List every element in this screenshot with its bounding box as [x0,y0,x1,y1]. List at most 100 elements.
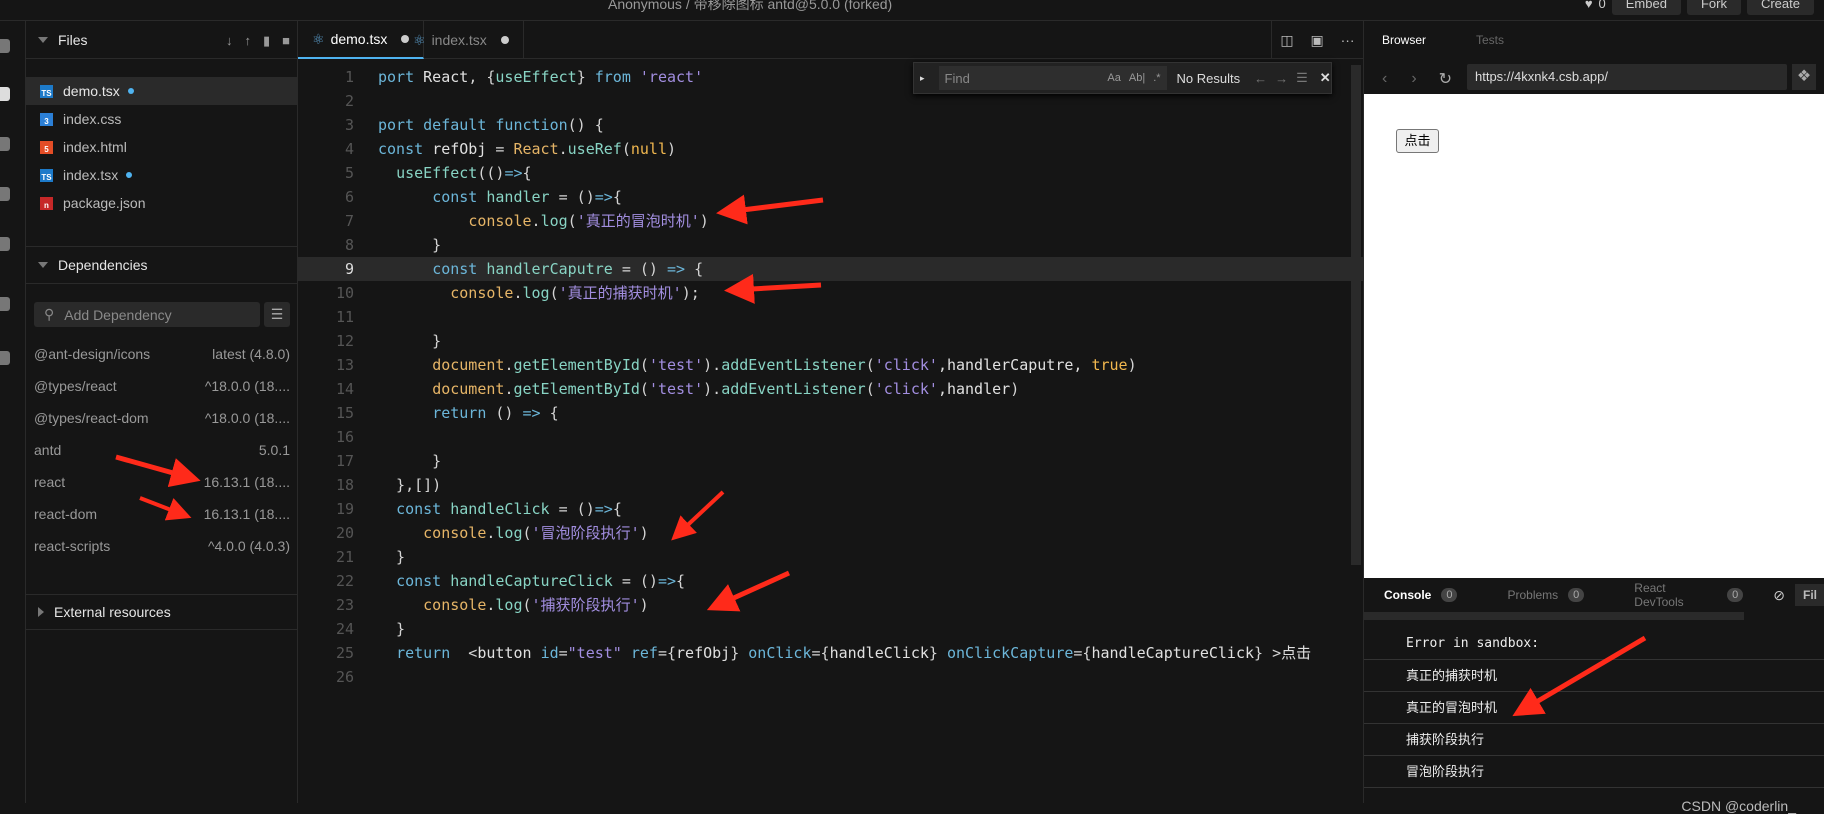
embed-button[interactable]: Embed [1611,0,1681,15]
tab-problems[interactable]: Problems 0 [1507,588,1585,602]
gear-icon[interactable] [0,187,10,201]
code-line[interactable]: 10 console.log('真正的捕获时机'); [298,281,1363,305]
dependency-item[interactable]: react 16.13.1 (18.... [34,466,290,498]
code-line[interactable]: 24 } [298,617,1363,641]
dependency-version[interactable]: 16.13.1 (18.... [204,506,290,522]
split-view-icon[interactable]: ◫ [1280,32,1293,49]
filter-input[interactable]: Fil [1795,584,1824,606]
files-header[interactable]: Files ↓ ↑ ▮ ■ [26,21,298,59]
dependency-menu-button[interactable]: ☰ [264,302,290,327]
code-line[interactable]: 19 const handleClick = ()=>{ [298,497,1363,521]
regex-icon[interactable]: .* [1153,72,1160,84]
code-line[interactable]: 7 console.log('真正的冒泡时机') [298,209,1363,233]
info-icon[interactable] [0,39,10,53]
search-icon[interactable] [0,137,10,151]
tab-react-devtools[interactable]: React DevTools 0 [1634,581,1744,609]
code-line[interactable]: 14 document.getElementById('test').addEv… [298,377,1363,401]
match-case-icon[interactable]: Aa [1107,72,1120,84]
users-icon[interactable] [0,351,10,365]
toggle-replace-icon[interactable]: ▸ [920,73,925,84]
next-match-icon[interactable]: → [1275,71,1288,86]
new-folder-icon[interactable]: ■ [282,33,290,49]
fork-button[interactable]: Fork [1686,0,1741,15]
dependency-item[interactable]: react-dom 16.13.1 (18.... [34,498,290,530]
code-line[interactable]: 11 [298,305,1363,329]
more-icon[interactable]: ··· [1341,32,1355,48]
preview-icon[interactable]: ▣ [1311,32,1324,49]
new-file-icon[interactable]: ▮ [263,33,270,49]
dependency-item[interactable]: react-scripts ^4.0.0 (4.0.3) [34,530,290,562]
code-line[interactable]: 21 } [298,545,1363,569]
code-token: null [630,140,667,158]
dependency-item[interactable]: antd 5.0.1 [34,434,290,466]
dependency-version[interactable]: 5.0.1 [259,442,290,458]
url-input[interactable]: https://4kxnk4.csb.app/ [1467,64,1787,90]
file-item[interactable]: n package.json [26,189,298,217]
code-line[interactable]: 5 useEffect(()=>{ [298,161,1363,185]
find-input[interactable]: Find Aa Ab| .* [938,66,1167,90]
code-line[interactable]: 3 port default function() { [298,113,1363,137]
whole-word-icon[interactable]: Ab| [1129,72,1145,84]
dependency-item[interactable]: @types/react-dom ^18.0.0 (18.... [34,402,290,434]
console-scrollbar[interactable] [1364,612,1744,620]
clear-console-icon[interactable]: ⊘ [1773,587,1785,604]
code-line[interactable]: 25 return <button id="test" ref={refObj}… [298,641,1363,665]
download-icon[interactable]: ↓ [226,33,233,49]
tab-index-tsx[interactable]: ⚛ index.tsx [399,21,524,59]
code-line[interactable]: 6 const handler = ()=>{ [298,185,1363,209]
close-icon[interactable]: ✕ [1320,70,1331,86]
tab-browser[interactable]: Browser [1382,33,1426,47]
open-new-window-icon[interactable]: ❖ [1792,64,1816,90]
add-dependency-placeholder: Add Dependency [64,306,172,323]
add-dependency-input[interactable]: ⚲ Add Dependency [34,302,260,327]
dependencies-header[interactable]: Dependencies [26,246,298,284]
refresh-icon[interactable]: ↻ [1439,69,1452,89]
files-icon[interactable] [0,87,10,101]
file-item[interactable]: TS demo.tsx [26,77,298,105]
code-line[interactable]: 9 const handlerCaputre = () => { [298,257,1363,281]
code-token: getElementById [513,356,640,374]
find-in-selection-icon[interactable]: ☰ [1296,70,1308,86]
code-line[interactable]: 15 return () => { [298,401,1363,425]
code-line[interactable]: 20 console.log('冒泡阶段执行') [298,521,1363,545]
code-line[interactable]: 16 [298,425,1363,449]
upload-icon[interactable]: ↑ [244,33,251,49]
code-line[interactable]: 8 } [298,233,1363,257]
click-button[interactable]: 点击 [1396,129,1439,153]
forward-icon[interactable]: › [1411,70,1416,88]
sandbox-title[interactable]: Anonymous / 带移除图标 antd@5.0.0 (forked) [608,0,892,14]
like-icon[interactable]: ♥ [1585,0,1593,11]
dependency-version[interactable]: ^18.0.0 (18.... [205,410,290,426]
file-item[interactable]: TS index.tsx [26,161,298,189]
dependency-item[interactable]: @ant-design/icons latest (4.8.0) [34,338,290,370]
dependency-version[interactable]: ^4.0.0 (4.0.3) [208,538,290,554]
create-button[interactable]: Create [1746,0,1814,15]
external-resources-header[interactable]: External resources [26,594,298,630]
file-item[interactable]: 5 index.html [26,133,298,161]
code-editor[interactable]: ⚛ demo.tsx ⚛ index.tsx ◫ ▣ ··· 1 port Rea… [298,21,1363,803]
code-line[interactable]: 4 const refObj = React.useRef(null) [298,137,1363,161]
dependency-item[interactable]: @types/react ^18.0.0 (18.... [34,370,290,402]
github-icon[interactable] [0,237,10,251]
editor-scrollbar[interactable] [1351,65,1361,565]
tab-tests[interactable]: Tests [1476,33,1504,47]
code-line[interactable]: 23 console.log('捕获阶段执行') [298,593,1363,617]
back-icon[interactable]: ‹ [1382,70,1387,88]
code-line[interactable]: 13 document.getElementById('test').addEv… [298,353,1363,377]
watermark: CSDN @coderlin_ [1681,798,1796,814]
tab-console[interactable]: Console 0 [1384,588,1458,602]
unsaved-dot-icon[interactable] [500,36,509,44]
dependency-version[interactable]: ^18.0.0 (18.... [205,378,290,394]
code-line[interactable]: 22 const handleCaptureClick = ()=>{ [298,569,1363,593]
code-line[interactable]: 17 } [298,449,1363,473]
code-line[interactable]: 12 } [298,329,1363,353]
code-line[interactable]: 18 },[]) [298,473,1363,497]
code-token: } [378,236,442,254]
deploy-icon[interactable] [0,297,10,311]
dependency-version[interactable]: 16.13.1 (18.... [204,474,290,490]
dependency-version[interactable]: latest (4.8.0) [212,346,290,362]
code-line[interactable]: 26 [298,665,1363,689]
line-number: 18 [335,476,354,494]
previous-match-icon[interactable]: ← [1254,71,1267,86]
file-item[interactable]: 3 index.css [26,105,298,133]
